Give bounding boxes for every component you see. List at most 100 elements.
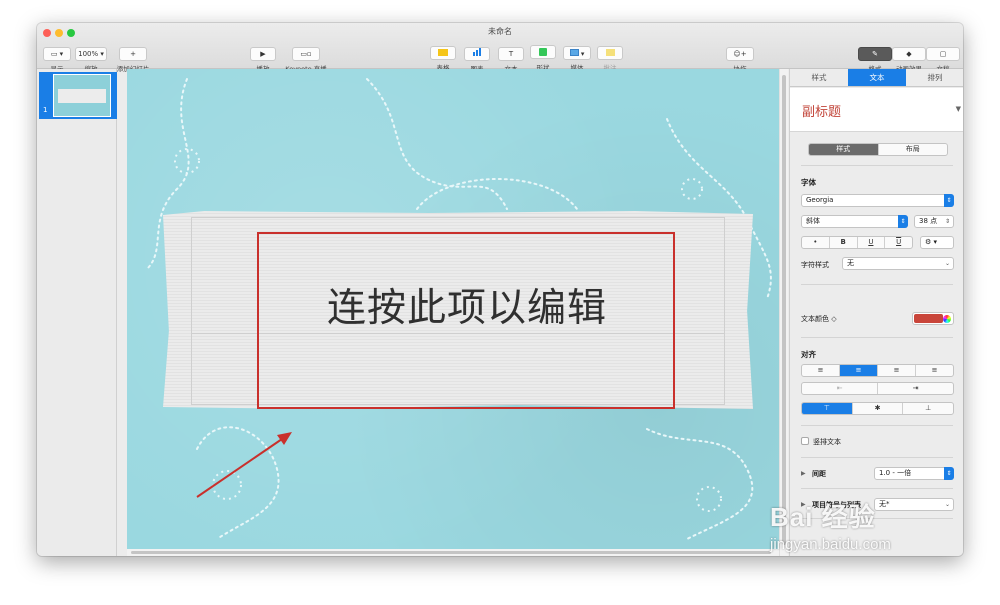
font-size-field[interactable]: 38 点 ⇕	[914, 215, 954, 228]
title-bar: 未命名 ▭ ▾ 显示 100% ▾ 缩放 + 添加幻灯片 ▶ 播放 ▭▫ Key…	[37, 23, 963, 73]
paragraph-style-picker[interactable]: 副标题 ▼	[790, 88, 963, 132]
spacing-label: 间距	[812, 470, 826, 478]
comment-icon[interactable]	[597, 46, 623, 60]
stepper-icon[interactable]: ⇕	[945, 216, 950, 227]
add-slide-tool[interactable]: + 添加幻灯片	[114, 41, 152, 73]
chevron-down-icon[interactable]: ▼	[956, 105, 961, 113]
paragraph-style-name: 副标题	[802, 105, 842, 120]
char-style-select[interactable]: 无 ⌄	[842, 257, 954, 270]
animate-tool[interactable]: ◆ 动画效果	[892, 41, 926, 73]
animate-icon[interactable]: ◆	[892, 47, 926, 61]
strikethrough-button[interactable]: U	[885, 237, 912, 248]
watermark-brand: Bai 经验	[770, 502, 876, 532]
text-tool[interactable]: T 文本	[497, 41, 525, 73]
slide-thumbnail-selected[interactable]: 1	[39, 72, 117, 119]
subtab-layout[interactable]: 布局	[879, 144, 948, 155]
sidebar-icon[interactable]: ▭ ▾	[43, 47, 71, 61]
align-middle-icon[interactable]: ✱	[853, 403, 904, 414]
view-tool[interactable]: ▭ ▾ 显示	[42, 41, 72, 73]
play-icon[interactable]: ▶	[250, 47, 276, 61]
color-fill	[914, 314, 943, 323]
typeface-select[interactable]: 斜体 ⇕	[801, 215, 908, 228]
collaborate-tool[interactable]: ☺+ 协作	[725, 41, 755, 73]
spacing-value: 1.0 - 一倍	[879, 469, 912, 477]
chart-icon[interactable]	[464, 47, 490, 61]
scroll-knob[interactable]	[782, 75, 786, 545]
align-justify-icon[interactable]: ≡	[916, 365, 953, 376]
alignment-header: 对齐	[801, 350, 816, 359]
updown-icon: ⇕	[944, 467, 954, 480]
vertical-text-checkbox[interactable]	[801, 437, 809, 445]
bold-button[interactable]: B	[830, 237, 858, 248]
text-options-button[interactable]: ⚙ ▾	[920, 236, 954, 249]
inspector-tabs: 样式 文本 排列	[790, 69, 963, 87]
chevron-down-icon: ⌄	[944, 260, 950, 267]
horizontal-align-buttons: ≡ ≡ ≡ ≡	[801, 364, 954, 377]
char-style-label: 字符样式	[801, 261, 829, 269]
align-top-icon[interactable]: ⊤	[802, 403, 853, 414]
divider	[801, 488, 953, 489]
chart-tool[interactable]: 图表	[463, 41, 491, 73]
slide[interactable]: 连按此项以编辑	[127, 69, 787, 549]
slide-thumbnail[interactable]	[53, 74, 111, 117]
keynote-window: 未命名 ▭ ▾ 显示 100% ▾ 缩放 + 添加幻灯片 ▶ 播放 ▭▫ Key…	[37, 23, 963, 556]
indent-buttons: ⇤ ⇥	[801, 382, 954, 395]
outdent-icon[interactable]: ⇤	[802, 383, 878, 394]
shape-tool[interactable]: 形状	[529, 41, 557, 72]
chevron-down-icon: ⌄	[944, 501, 950, 508]
font-style-buttons: • B U U	[801, 236, 913, 249]
divider	[801, 284, 953, 285]
shape-icon[interactable]	[530, 45, 556, 59]
divider	[801, 425, 953, 426]
align-left-icon[interactable]: ≡	[802, 365, 840, 376]
plus-icon[interactable]: +	[119, 47, 147, 61]
align-bottom-icon[interactable]: ⊥	[903, 403, 953, 414]
zoom-select[interactable]: 100% ▾	[75, 47, 107, 61]
color-wheel-icon[interactable]	[943, 315, 951, 323]
font-size-value: 38 点	[919, 217, 938, 225]
updown-icon: ⇕	[944, 194, 954, 207]
spacing-select[interactable]: 1.0 - 一倍 ⇕	[874, 467, 954, 480]
keynote-live-tool[interactable]: ▭▫ Keynote 直播	[281, 41, 331, 73]
indent-icon[interactable]: ⇥	[878, 383, 953, 394]
zoom-tool[interactable]: 100% ▾ 缩放	[74, 41, 108, 73]
align-right-icon[interactable]: ≡	[878, 365, 916, 376]
media-icon[interactable]: ▾	[563, 46, 591, 60]
vertical-scrollbar[interactable]	[779, 69, 788, 556]
text-icon[interactable]: T	[498, 47, 524, 61]
document-tool[interactable]: ▢ 文稿	[926, 41, 960, 73]
underline-button[interactable]: U	[858, 237, 886, 248]
slide-canvas[interactable]: 连按此项以编辑	[127, 69, 787, 556]
media-tool[interactable]: ▾ 媒体	[562, 41, 592, 72]
font-family-select[interactable]: Georgia ⇕	[801, 194, 954, 207]
subtab-style[interactable]: 样式	[809, 144, 879, 155]
updown-icon: ⇕	[898, 215, 908, 228]
align-center-icon[interactable]: ≡	[840, 365, 878, 376]
comment-tool[interactable]: 批注	[596, 41, 624, 72]
gear-icon: ⚙ ▾	[925, 238, 938, 246]
table-tool[interactable]: 表格	[429, 41, 457, 72]
format-tool[interactable]: ✎ 格式	[858, 41, 892, 73]
collaborate-icon[interactable]: ☺+	[726, 47, 754, 61]
scroll-knob[interactable]	[131, 551, 771, 554]
vertical-text-label: 竖排文本	[813, 438, 841, 446]
horizontal-scrollbar[interactable]	[127, 549, 787, 556]
table-icon[interactable]	[430, 46, 456, 60]
bullet-button[interactable]: •	[802, 237, 830, 248]
paintbrush-icon[interactable]: ✎	[858, 47, 892, 61]
document-icon[interactable]: ▢	[926, 47, 960, 61]
tab-text[interactable]: 文本	[848, 69, 906, 86]
divider	[801, 165, 953, 166]
text-color-well[interactable]	[912, 312, 954, 325]
disclosure-triangle-icon[interactable]: ▶	[801, 470, 806, 477]
text-color-label: 文本颜色 ◇	[801, 315, 837, 323]
baidu-watermark: Bai 经验 jingyan.baidu.com	[770, 497, 891, 553]
play-tool[interactable]: ▶ 播放	[249, 41, 277, 73]
tab-style[interactable]: 样式	[790, 69, 848, 86]
slide-number: 1	[43, 106, 48, 114]
tab-arrange[interactable]: 排列	[906, 69, 963, 86]
arrow-icon	[196, 432, 292, 498]
zoom-value: 100%	[78, 50, 99, 58]
live-icon[interactable]: ▭▫	[292, 47, 320, 61]
divider	[801, 337, 953, 338]
